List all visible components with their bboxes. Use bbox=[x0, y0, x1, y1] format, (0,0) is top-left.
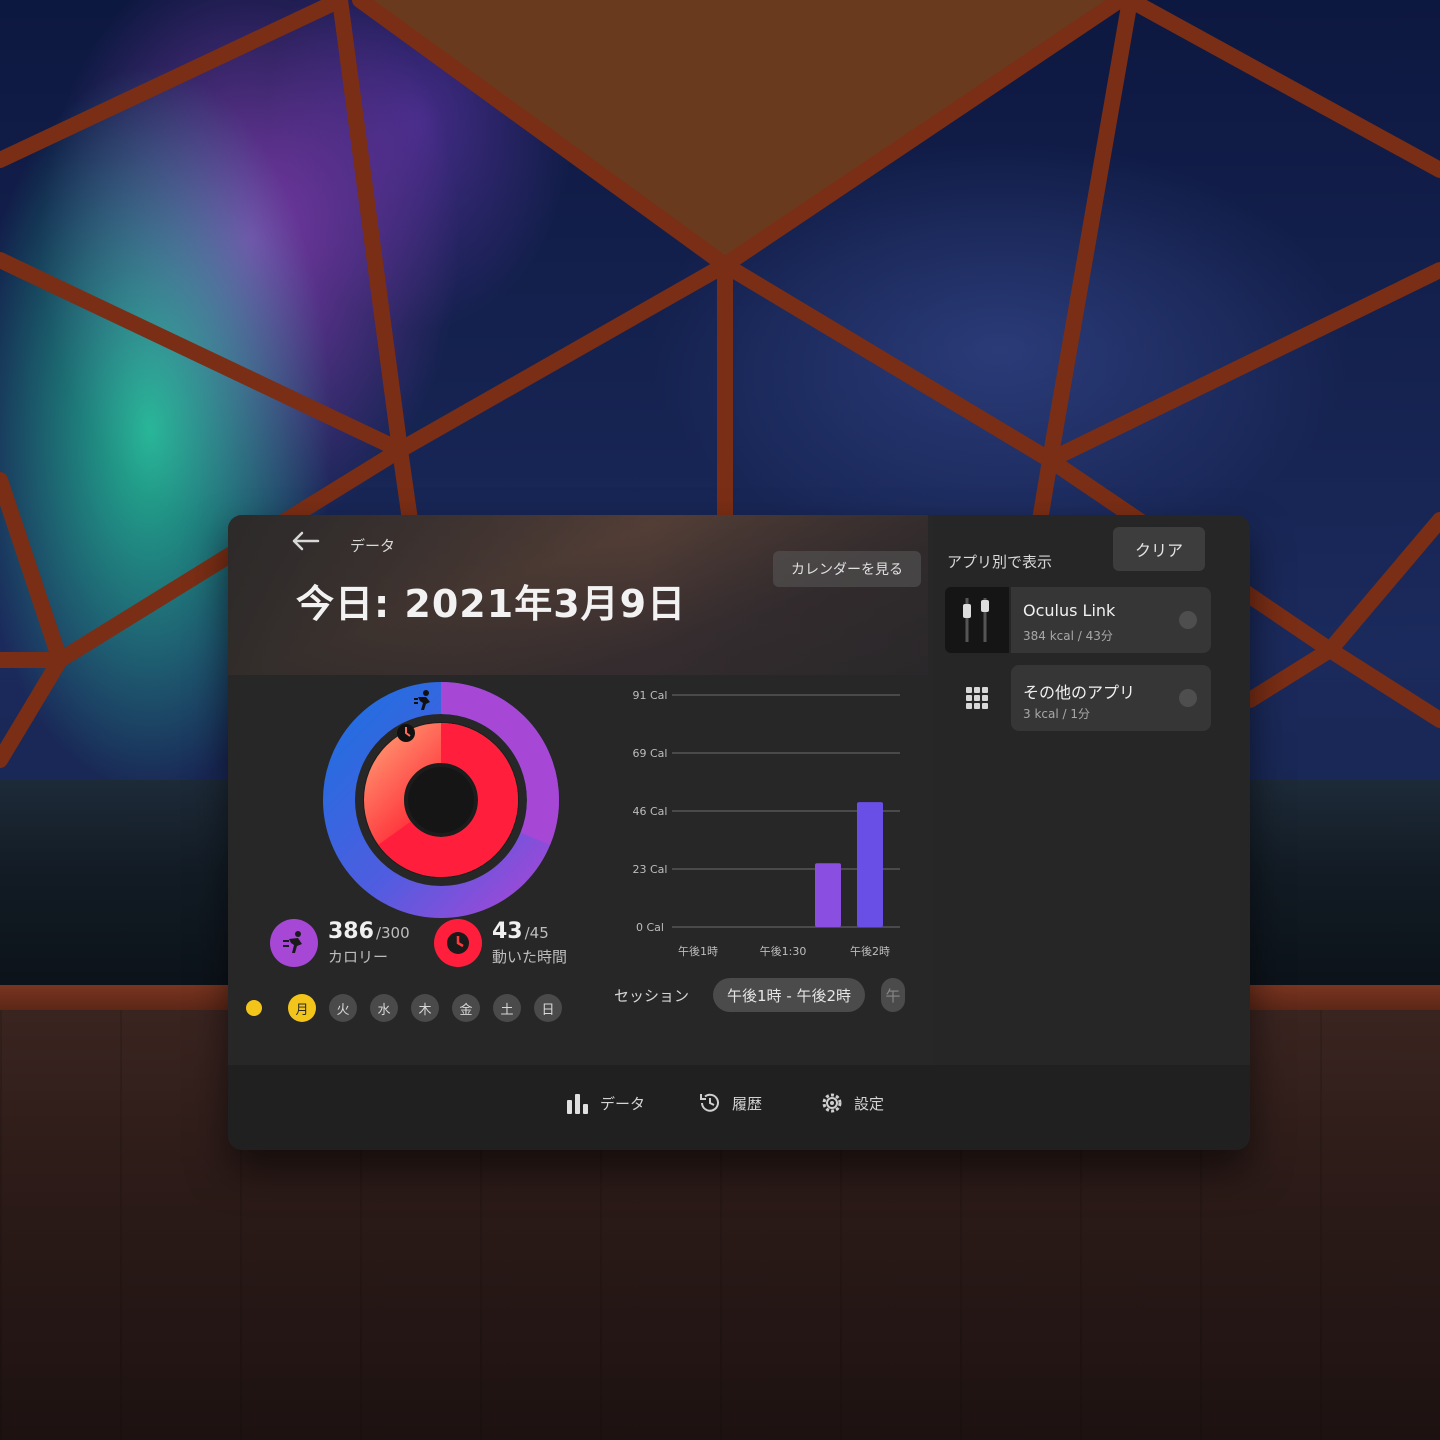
nav-history-label: 履歴 bbox=[732, 1094, 763, 1113]
breadcrumb: データ bbox=[350, 537, 396, 555]
session-pill-current[interactable]: 午後1時 - 午後2時 bbox=[713, 978, 866, 1012]
x-tick-label: 午後1時 bbox=[678, 944, 718, 958]
x-tick-label: 午後2時 bbox=[850, 944, 890, 958]
y-tick-label: 69 Cal bbox=[633, 747, 668, 760]
view-calendar-button[interactable]: カレンダーを見る bbox=[773, 551, 921, 587]
day-tue[interactable]: 火 bbox=[329, 994, 357, 1022]
app-detail: 384 kcal / 43分 bbox=[1023, 629, 1113, 643]
calories-bar-chart: 91 Cal 69 Cal 46 Cal 23 Cal 0 Cal 午後1時 午後1:30 午… bbox=[633, 689, 900, 958]
day-sun[interactable]: 日 bbox=[534, 994, 562, 1022]
calories-goal: /300 bbox=[375, 924, 410, 942]
week-selector: 月 火 水 木 金 土 日 bbox=[246, 993, 575, 1023]
app-toggle[interactable] bbox=[1179, 611, 1197, 629]
y-tick-label: 91 Cal bbox=[633, 689, 668, 702]
calories-stat: 386/300 カロリー bbox=[270, 915, 410, 971]
calories-label: カロリー bbox=[328, 948, 389, 966]
bar-chart-icon bbox=[567, 1094, 588, 1114]
activity-panel: データ カレンダーを見る 今日: 2021年3月9日 386 /300 カロリー… bbox=[228, 515, 1250, 1150]
day-sat[interactable]: 土 bbox=[493, 994, 521, 1022]
day-mon[interactable]: 月 bbox=[288, 994, 316, 1022]
calorie-bar[interactable] bbox=[857, 802, 883, 927]
page-title: 今日: 2021年3月9日 bbox=[296, 582, 687, 626]
app-item-other-apps[interactable]: その他のアプリ 3 kcal / 1分 bbox=[945, 665, 1211, 731]
nav-data-label: データ bbox=[600, 1094, 646, 1113]
clear-button[interactable]: クリア bbox=[1113, 527, 1205, 571]
nav-history-tab[interactable]: 履歴 bbox=[698, 1085, 762, 1121]
move-time-goal: /45 bbox=[524, 924, 549, 942]
clock-icon bbox=[434, 919, 482, 967]
day-thu[interactable]: 木 bbox=[411, 994, 439, 1022]
gear-icon bbox=[822, 1093, 842, 1113]
calories-value: 386 bbox=[328, 919, 374, 944]
day-fri[interactable]: 金 bbox=[452, 994, 480, 1022]
nav-data-tab[interactable]: データ bbox=[566, 1085, 645, 1121]
activity-rings-chart bbox=[323, 682, 559, 918]
session-pill-next[interactable]: 午 bbox=[881, 978, 906, 1012]
bottom-navigation: データ 履歴 設定 bbox=[228, 1065, 1250, 1150]
y-tick-label: 23 Cal bbox=[633, 863, 668, 876]
nav-settings-label: 設定 bbox=[854, 1094, 885, 1113]
app-detail: 3 kcal / 1分 bbox=[1023, 707, 1090, 721]
session-selector: セッション 午後1時 - 午後2時 午 bbox=[614, 977, 906, 1013]
x-tick-label: 午後1:30 bbox=[760, 944, 807, 958]
link-cable-icon bbox=[945, 587, 1009, 653]
y-tick-label: 46 Cal bbox=[633, 805, 668, 818]
history-icon bbox=[700, 1093, 719, 1112]
move-time-label: 動いた時間 bbox=[492, 948, 568, 966]
day-wed[interactable]: 水 bbox=[370, 994, 398, 1022]
session-label: セッション bbox=[614, 986, 690, 1005]
app-name: Oculus Link bbox=[1023, 601, 1116, 620]
sidebar-title: アプリ別で表示 bbox=[947, 553, 1053, 571]
apps-sidebar: アプリ別で表示 クリア Oculus Link 384 kcal / 43分 そ… bbox=[933, 515, 1250, 1065]
y-tick-label: 0 Cal bbox=[636, 921, 664, 934]
header-banner: データ カレンダーを見る 今日: 2021年3月9日 bbox=[228, 515, 928, 675]
clock-icon bbox=[397, 724, 415, 742]
app-name: その他のアプリ bbox=[1023, 683, 1136, 702]
app-toggle[interactable] bbox=[1179, 689, 1197, 707]
app-item-oculus-link[interactable]: Oculus Link 384 kcal / 43分 bbox=[945, 587, 1211, 653]
grid-icon bbox=[945, 665, 1009, 731]
running-icon bbox=[270, 919, 318, 967]
back-arrow-icon[interactable] bbox=[290, 529, 320, 553]
calorie-bar[interactable] bbox=[815, 863, 841, 927]
nav-settings-tab[interactable]: 設定 bbox=[820, 1085, 884, 1121]
move-time-value: 43 bbox=[492, 919, 523, 944]
move-time-stat: 43/45 動いた時間 bbox=[434, 915, 567, 971]
today-indicator bbox=[246, 1000, 262, 1016]
